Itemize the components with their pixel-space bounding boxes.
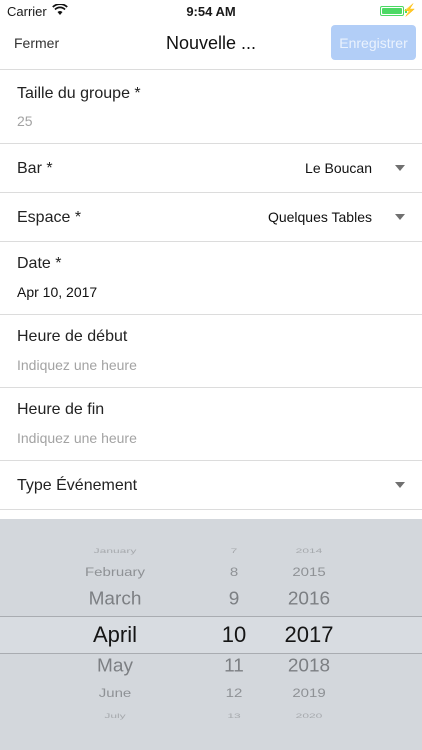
bar-select[interactable]: Bar * Le Boucan — [0, 144, 422, 193]
start-time-input[interactable]: Indiquez une heure — [17, 357, 137, 373]
picker-day[interactable]: 9 — [229, 590, 240, 611]
picker-year[interactable]: 2019 — [292, 687, 325, 701]
picker-month[interactable]: January — [94, 547, 137, 555]
picker-day[interactable]: 11 — [224, 657, 244, 678]
start-time-label: Heure de début — [17, 328, 128, 345]
picker-day[interactable]: 8 — [230, 566, 238, 580]
nav-bar: Fermer Nouvelle ... Enregistrer — [0, 22, 422, 66]
space-value[interactable]: Quelques Tables — [268, 209, 372, 225]
picker-year[interactable]: 2015 — [292, 566, 325, 580]
group-size-input[interactable]: 25 — [17, 113, 33, 129]
chevron-down-icon[interactable] — [395, 214, 405, 220]
group-size-label: Taille du groupe * — [17, 85, 141, 102]
date-label: Date * — [17, 255, 62, 272]
charging-icon: ⚡ — [402, 3, 417, 17]
save-button[interactable]: Enregistrer — [331, 25, 416, 60]
end-time-field[interactable]: Heure de fin Indiquez une heure — [0, 388, 422, 461]
picker-day[interactable]: 7 — [231, 547, 238, 555]
chevron-down-icon[interactable] — [395, 482, 405, 488]
bar-label: Bar * — [17, 160, 53, 177]
picker-year[interactable]: 2020 — [296, 712, 323, 720]
date-field[interactable]: Date * Apr 10, 2017 — [0, 242, 422, 315]
picker-year[interactable]: 2018 — [288, 657, 330, 678]
picker-year[interactable]: 2016 — [288, 590, 330, 611]
date-picker[interactable]: January February March April May June Ju… — [0, 519, 422, 750]
picker-day[interactable]: 10 — [222, 622, 246, 648]
space-select[interactable]: Espace * Quelques Tables — [0, 193, 422, 242]
picker-month[interactable]: June — [99, 687, 132, 701]
chevron-down-icon[interactable] — [395, 165, 405, 171]
date-value[interactable]: Apr 10, 2017 — [17, 284, 97, 300]
picker-month[interactable]: April — [93, 622, 137, 648]
space-label: Espace * — [17, 209, 82, 226]
picker-year[interactable]: 2017 — [285, 622, 334, 648]
end-time-input[interactable]: Indiquez une heure — [17, 430, 137, 446]
picker-day[interactable]: 12 — [226, 687, 243, 701]
battery-icon — [380, 6, 404, 16]
bar-value[interactable]: Le Boucan — [305, 160, 372, 176]
start-time-field[interactable]: Heure de début Indiquez une heure — [0, 315, 422, 388]
status-bar: Carrier 9:54 AM ⚡ — [0, 0, 422, 22]
event-form: Taille du groupe * 25 Bar * Le Boucan Es… — [0, 69, 422, 510]
event-type-label: Type Événement — [17, 477, 138, 494]
picker-year[interactable]: 2014 — [296, 547, 323, 555]
picker-month[interactable]: March — [89, 590, 142, 611]
picker-month[interactable]: February — [85, 566, 145, 580]
event-type-select[interactable]: Type Événement — [0, 461, 422, 510]
picker-day[interactable]: 13 — [227, 712, 240, 720]
group-size-field[interactable]: Taille du groupe * 25 — [0, 69, 422, 144]
status-time: 9:54 AM — [186, 4, 236, 19]
picker-selection-band — [0, 616, 422, 654]
picker-month[interactable]: May — [97, 657, 133, 678]
end-time-label: Heure de fin — [17, 401, 105, 418]
picker-month[interactable]: July — [104, 712, 125, 720]
